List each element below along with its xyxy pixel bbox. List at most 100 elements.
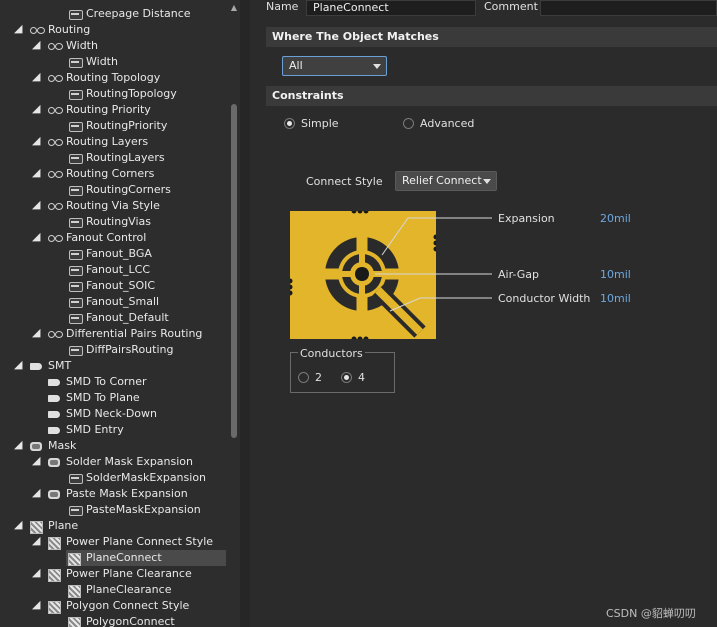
tree-item[interactable]: RoutingLayers [68, 150, 165, 166]
tree-item[interactable]: Fanout Control [48, 230, 146, 246]
rules-tree[interactable]: Creepage Distance ◢ Routing ◢ Width Width ◢ Rou… [0, 0, 240, 627]
tree-item-label: Power Plane Connect Style [66, 535, 214, 548]
tree-item[interactable]: SMD Entry [48, 422, 124, 438]
tree-item[interactable]: Polygon Connect Style [48, 598, 189, 614]
scroll-up-arrow-icon[interactable]: ▲ [229, 4, 239, 12]
tree-item[interactable]: PlaneClearance [68, 582, 171, 598]
expand-triangle-icon[interactable]: ◢ [32, 326, 40, 339]
tree-item-label: SMD Entry [66, 423, 124, 436]
expand-triangle-icon[interactable]: ◢ [32, 102, 40, 115]
tree-item[interactable]: Differential Pairs Routing [48, 326, 202, 342]
tree-item[interactable]: SMT [30, 358, 71, 374]
expand-triangle-icon[interactable]: ◢ [32, 454, 40, 467]
expand-triangle-icon[interactable]: ◢ [14, 438, 22, 451]
panel-splitter[interactable] [240, 0, 250, 627]
tree-item[interactable]: DiffPairsRouting [68, 342, 173, 358]
mode-advanced-label: Advanced [420, 117, 475, 130]
conductor-width-value[interactable]: 10mil [600, 292, 631, 305]
tree-item[interactable]: RoutingPriority [68, 118, 167, 134]
airgap-value[interactable]: 10mil [600, 268, 631, 281]
tree-item-label: SMD To Corner [66, 375, 147, 388]
mode-advanced-radio[interactable]: Advanced [403, 117, 474, 130]
mode-simple-label: Simple [301, 117, 339, 130]
tree-item[interactable]: Width [48, 38, 98, 54]
name-input[interactable]: PlaneConnect [306, 0, 476, 16]
expand-triangle-icon[interactable]: ◢ [14, 518, 22, 531]
tree-item[interactable]: Routing Topology [48, 70, 160, 86]
tree-item-label: Fanout_SOIC [86, 279, 156, 292]
rule-icon [68, 472, 83, 484]
expansion-label: Expansion [498, 212, 555, 225]
tree-item[interactable]: RoutingTopology [68, 86, 177, 102]
expand-triangle-icon[interactable]: ◢ [32, 166, 40, 179]
expansion-value[interactable]: 20mil [600, 212, 631, 225]
plane-icon [48, 536, 62, 550]
expand-triangle-icon[interactable]: ◢ [32, 230, 40, 243]
expand-triangle-icon[interactable]: ◢ [32, 534, 40, 547]
expand-triangle-icon[interactable]: ◢ [32, 566, 40, 579]
tree-item[interactable]: Routing Corners [48, 166, 154, 182]
tree-item[interactable]: SMD To Plane [48, 390, 140, 406]
mask-icon [30, 440, 44, 452]
rule-icon [68, 184, 83, 196]
scope-dropdown-value: All [289, 59, 303, 72]
conductors-title: Conductors [298, 347, 365, 360]
tree-item[interactable]: Power Plane Connect Style [48, 534, 213, 550]
tree-item-label: Routing [48, 23, 91, 36]
tree-item[interactable]: RoutingVias [68, 214, 151, 230]
tree-item[interactable]: RoutingCorners [68, 182, 171, 198]
tree-item-label: Power Plane Clearance [66, 567, 192, 580]
conductors-4-radio[interactable]: 4 [341, 371, 365, 384]
tree-item[interactable]: Fanout_SOIC [68, 278, 155, 294]
tree-item[interactable]: Fanout_Default [68, 310, 169, 326]
tree-item[interactable]: SMD Neck-Down [48, 406, 157, 422]
tree-item[interactable]: Creepage Distance [68, 6, 191, 22]
tree-item-label: Fanout_Small [86, 295, 160, 308]
tree-item[interactable]: Power Plane Clearance [48, 566, 192, 582]
comment-label: Comment [484, 0, 538, 13]
tree-item[interactable]: PlaneConnect [66, 550, 226, 566]
tree-item[interactable]: PolygonConnect [68, 614, 175, 627]
tree-scrollbar[interactable]: ▲ [228, 0, 240, 627]
tree-item[interactable]: Routing Priority [48, 102, 151, 118]
plane-icon [30, 520, 44, 534]
tree-item-label: RoutingPriority [86, 119, 168, 132]
expand-triangle-icon[interactable]: ◢ [32, 38, 40, 51]
relief-connect-diagram [290, 211, 436, 339]
expand-triangle-icon[interactable]: ◢ [32, 70, 40, 83]
rule-icon [68, 504, 83, 516]
tree-item[interactable]: SolderMaskExpansion [68, 470, 206, 486]
comment-input[interactable] [540, 0, 717, 16]
route-icon [48, 168, 63, 180]
tree-item[interactable]: Fanout_Small [68, 294, 159, 310]
tree-item[interactable]: Solder Mask Expansion [48, 454, 193, 470]
conductors-2-radio[interactable]: 2 [298, 371, 322, 384]
expand-triangle-icon[interactable]: ◢ [32, 134, 40, 147]
tree-item[interactable]: Routing Layers [48, 134, 148, 150]
expand-triangle-icon[interactable]: ◢ [32, 598, 40, 611]
tree-item[interactable]: Paste Mask Expansion [48, 486, 188, 502]
rule-icon [68, 120, 83, 132]
expand-triangle-icon[interactable]: ◢ [32, 198, 40, 211]
mode-simple-radio[interactable]: Simple [284, 117, 339, 130]
tree-item[interactable]: Plane [30, 518, 78, 534]
expand-triangle-icon[interactable]: ◢ [32, 486, 40, 499]
expand-triangle-icon[interactable]: ◢ [14, 22, 22, 35]
scope-dropdown[interactable]: All [282, 56, 387, 76]
tree-item[interactable]: SMD To Corner [48, 374, 147, 390]
tree-item[interactable]: Mask [30, 438, 76, 454]
route-icon [30, 24, 45, 36]
tree-item[interactable]: Routing [30, 22, 90, 38]
tree-item[interactable]: Routing Via Style [48, 198, 160, 214]
connect-style-dropdown[interactable]: Relief Connect [395, 171, 497, 191]
expand-triangle-icon[interactable]: ◢ [14, 358, 22, 371]
airgap-label: Air-Gap [498, 268, 540, 281]
tree-item[interactable]: PasteMaskExpansion [68, 502, 201, 518]
tree-item[interactable]: Fanout_BGA [68, 246, 152, 262]
tree-item[interactable]: Width [68, 54, 118, 70]
name-label: Name [266, 0, 299, 13]
scrollbar-thumb[interactable] [231, 104, 237, 438]
tree-item[interactable]: Fanout_LCC [68, 262, 150, 278]
tree-item-label: Paste Mask Expansion [66, 487, 188, 500]
smt-icon [48, 408, 62, 420]
